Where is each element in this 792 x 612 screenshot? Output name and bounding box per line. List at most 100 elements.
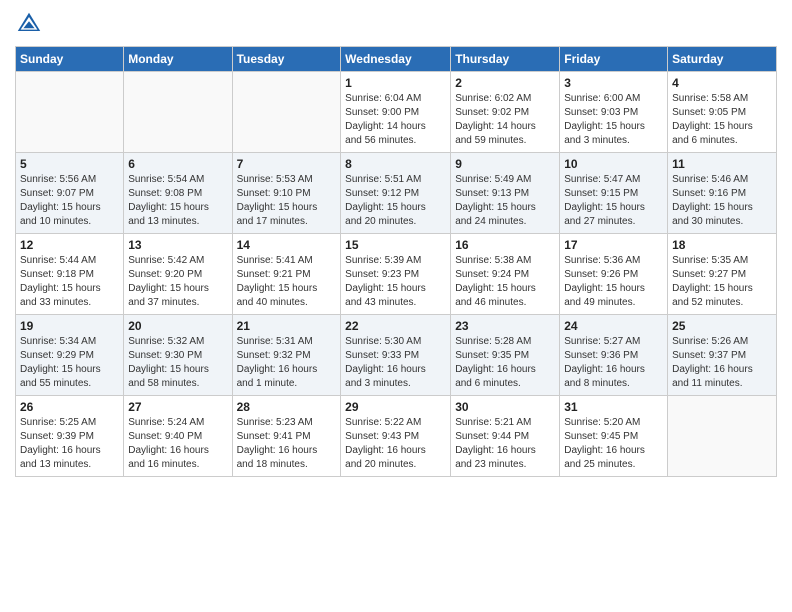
day-info: Sunrise: 5:27 AM Sunset: 9:36 PM Dayligh… — [564, 335, 663, 391]
day-info: Sunrise: 5:41 AM Sunset: 9:21 PM Dayligh… — [237, 254, 337, 310]
calendar-container: SundayMondayTuesdayWednesdayThursdayFrid… — [0, 0, 792, 492]
weekday-header-wednesday: Wednesday — [341, 47, 451, 72]
day-info: Sunrise: 5:56 AM Sunset: 9:07 PM Dayligh… — [20, 173, 119, 229]
day-number: 27 — [128, 400, 227, 414]
day-cell: 21 Sunrise: 5:31 AM Sunset: 9:32 PM Dayli… — [232, 315, 341, 396]
day-info: Sunrise: 5:54 AM Sunset: 9:08 PM Dayligh… — [128, 173, 227, 229]
week-row-5: 26 Sunrise: 5:25 AM Sunset: 9:39 PM Dayli… — [16, 396, 777, 477]
day-cell: 18 Sunrise: 5:35 AM Sunset: 9:27 PM Dayli… — [668, 234, 777, 315]
day-number: 14 — [237, 238, 337, 252]
day-cell: 7 Sunrise: 5:53 AM Sunset: 9:10 PM Daylig… — [232, 153, 341, 234]
day-number: 1 — [345, 76, 446, 90]
calendar-table: SundayMondayTuesdayWednesdayThursdayFrid… — [15, 46, 777, 477]
day-info: Sunrise: 5:30 AM Sunset: 9:33 PM Dayligh… — [345, 335, 446, 391]
day-cell: 14 Sunrise: 5:41 AM Sunset: 9:21 PM Dayli… — [232, 234, 341, 315]
day-number: 24 — [564, 319, 663, 333]
day-info: Sunrise: 6:00 AM Sunset: 9:03 PM Dayligh… — [564, 92, 663, 148]
day-info: Sunrise: 5:23 AM Sunset: 9:41 PM Dayligh… — [237, 416, 337, 472]
day-cell: 4Sunrise: 5:58 AM Sunset: 9:05 PM Daylig… — [668, 72, 777, 153]
day-info: Sunrise: 5:53 AM Sunset: 9:10 PM Dayligh… — [237, 173, 337, 229]
weekday-header-sunday: Sunday — [16, 47, 124, 72]
day-info: Sunrise: 5:31 AM Sunset: 9:32 PM Dayligh… — [237, 335, 337, 391]
day-info: Sunrise: 6:04 AM Sunset: 9:00 PM Dayligh… — [345, 92, 446, 148]
weekday-header-thursday: Thursday — [451, 47, 560, 72]
day-number: 3 — [564, 76, 663, 90]
day-cell: 9 Sunrise: 5:49 AM Sunset: 9:13 PM Daylig… — [451, 153, 560, 234]
day-info: Sunrise: 6:02 AM Sunset: 9:02 PM Dayligh… — [455, 92, 555, 148]
day-number: 9 — [455, 157, 555, 171]
day-number: 30 — [455, 400, 555, 414]
day-number: 13 — [128, 238, 227, 252]
day-cell: 16 Sunrise: 5:38 AM Sunset: 9:24 PM Dayli… — [451, 234, 560, 315]
day-number: 10 — [564, 157, 663, 171]
day-number: 11 — [672, 157, 772, 171]
weekday-header-row: SundayMondayTuesdayWednesdayThursdayFrid… — [16, 47, 777, 72]
day-cell: 12 Sunrise: 5:44 AM Sunset: 9:18 PM Dayli… — [16, 234, 124, 315]
day-number: 31 — [564, 400, 663, 414]
day-cell: 15 Sunrise: 5:39 AM Sunset: 9:23 PM Dayli… — [341, 234, 451, 315]
day-cell: 31 Sunrise: 5:20 AM Sunset: 9:45 PM Dayli… — [560, 396, 668, 477]
day-info: Sunrise: 5:49 AM Sunset: 9:13 PM Dayligh… — [455, 173, 555, 229]
day-info: Sunrise: 5:39 AM Sunset: 9:23 PM Dayligh… — [345, 254, 446, 310]
day-number: 23 — [455, 319, 555, 333]
day-cell — [668, 396, 777, 477]
day-number: 20 — [128, 319, 227, 333]
day-number: 12 — [20, 238, 119, 252]
day-number: 29 — [345, 400, 446, 414]
day-number: 6 — [128, 157, 227, 171]
day-info: Sunrise: 5:25 AM Sunset: 9:39 PM Dayligh… — [20, 416, 119, 472]
weekday-header-friday: Friday — [560, 47, 668, 72]
week-row-1: 1 Sunrise: 6:04 AM Sunset: 9:00 PM Daylig… — [16, 72, 777, 153]
logo — [15, 10, 47, 38]
day-cell: 28 Sunrise: 5:23 AM Sunset: 9:41 PM Dayli… — [232, 396, 341, 477]
day-cell — [124, 72, 232, 153]
day-cell: 23Sunrise: 5:28 AM Sunset: 9:35 PM Dayli… — [451, 315, 560, 396]
day-cell: 24 Sunrise: 5:27 AM Sunset: 9:36 PM Dayli… — [560, 315, 668, 396]
weekday-header-tuesday: Tuesday — [232, 47, 341, 72]
day-cell: 25Sunrise: 5:26 AM Sunset: 9:37 PM Dayli… — [668, 315, 777, 396]
day-info: Sunrise: 5:58 AM Sunset: 9:05 PM Dayligh… — [672, 92, 772, 148]
day-number: 18 — [672, 238, 772, 252]
day-info: Sunrise: 5:26 AM Sunset: 9:37 PM Dayligh… — [672, 335, 772, 391]
day-info: Sunrise: 5:51 AM Sunset: 9:12 PM Dayligh… — [345, 173, 446, 229]
day-info: Sunrise: 5:21 AM Sunset: 9:44 PM Dayligh… — [455, 416, 555, 472]
day-cell: 11 Sunrise: 5:46 AM Sunset: 9:16 PM Dayli… — [668, 153, 777, 234]
day-cell: 19Sunrise: 5:34 AM Sunset: 9:29 PM Dayli… — [16, 315, 124, 396]
day-number: 21 — [237, 319, 337, 333]
day-info: Sunrise: 5:46 AM Sunset: 9:16 PM Dayligh… — [672, 173, 772, 229]
day-info: Sunrise: 5:24 AM Sunset: 9:40 PM Dayligh… — [128, 416, 227, 472]
day-info: Sunrise: 5:47 AM Sunset: 9:15 PM Dayligh… — [564, 173, 663, 229]
day-cell — [232, 72, 341, 153]
day-info: Sunrise: 5:44 AM Sunset: 9:18 PM Dayligh… — [20, 254, 119, 310]
day-cell: 20 Sunrise: 5:32 AM Sunset: 9:30 PM Dayli… — [124, 315, 232, 396]
day-cell: 8Sunrise: 5:51 AM Sunset: 9:12 PM Daylig… — [341, 153, 451, 234]
day-cell: 1 Sunrise: 6:04 AM Sunset: 9:00 PM Daylig… — [341, 72, 451, 153]
day-number: 15 — [345, 238, 446, 252]
day-info: Sunrise: 5:34 AM Sunset: 9:29 PM Dayligh… — [20, 335, 119, 391]
day-cell: 10 Sunrise: 5:47 AM Sunset: 9:15 PM Dayli… — [560, 153, 668, 234]
week-row-2: 5Sunrise: 5:56 AM Sunset: 9:07 PM Daylig… — [16, 153, 777, 234]
day-cell: 30 Sunrise: 5:21 AM Sunset: 9:44 PM Dayli… — [451, 396, 560, 477]
day-number: 28 — [237, 400, 337, 414]
day-info: Sunrise: 5:32 AM Sunset: 9:30 PM Dayligh… — [128, 335, 227, 391]
day-cell: 17 Sunrise: 5:36 AM Sunset: 9:26 PM Dayli… — [560, 234, 668, 315]
day-info: Sunrise: 5:35 AM Sunset: 9:27 PM Dayligh… — [672, 254, 772, 310]
day-number: 7 — [237, 157, 337, 171]
day-number: 22 — [345, 319, 446, 333]
day-info: Sunrise: 5:38 AM Sunset: 9:24 PM Dayligh… — [455, 254, 555, 310]
day-number: 16 — [455, 238, 555, 252]
day-number: 2 — [455, 76, 555, 90]
day-info: Sunrise: 5:36 AM Sunset: 9:26 PM Dayligh… — [564, 254, 663, 310]
day-cell: 26 Sunrise: 5:25 AM Sunset: 9:39 PM Dayli… — [16, 396, 124, 477]
logo-icon — [15, 10, 43, 38]
day-cell — [16, 72, 124, 153]
day-number: 17 — [564, 238, 663, 252]
week-row-3: 12 Sunrise: 5:44 AM Sunset: 9:18 PM Dayli… — [16, 234, 777, 315]
day-cell: 2 Sunrise: 6:02 AM Sunset: 9:02 PM Daylig… — [451, 72, 560, 153]
day-info: Sunrise: 5:20 AM Sunset: 9:45 PM Dayligh… — [564, 416, 663, 472]
day-cell: 22 Sunrise: 5:30 AM Sunset: 9:33 PM Dayli… — [341, 315, 451, 396]
day-cell: 29Sunrise: 5:22 AM Sunset: 9:43 PM Dayli… — [341, 396, 451, 477]
header — [15, 10, 777, 38]
day-number: 26 — [20, 400, 119, 414]
day-cell: 6 Sunrise: 5:54 AM Sunset: 9:08 PM Daylig… — [124, 153, 232, 234]
